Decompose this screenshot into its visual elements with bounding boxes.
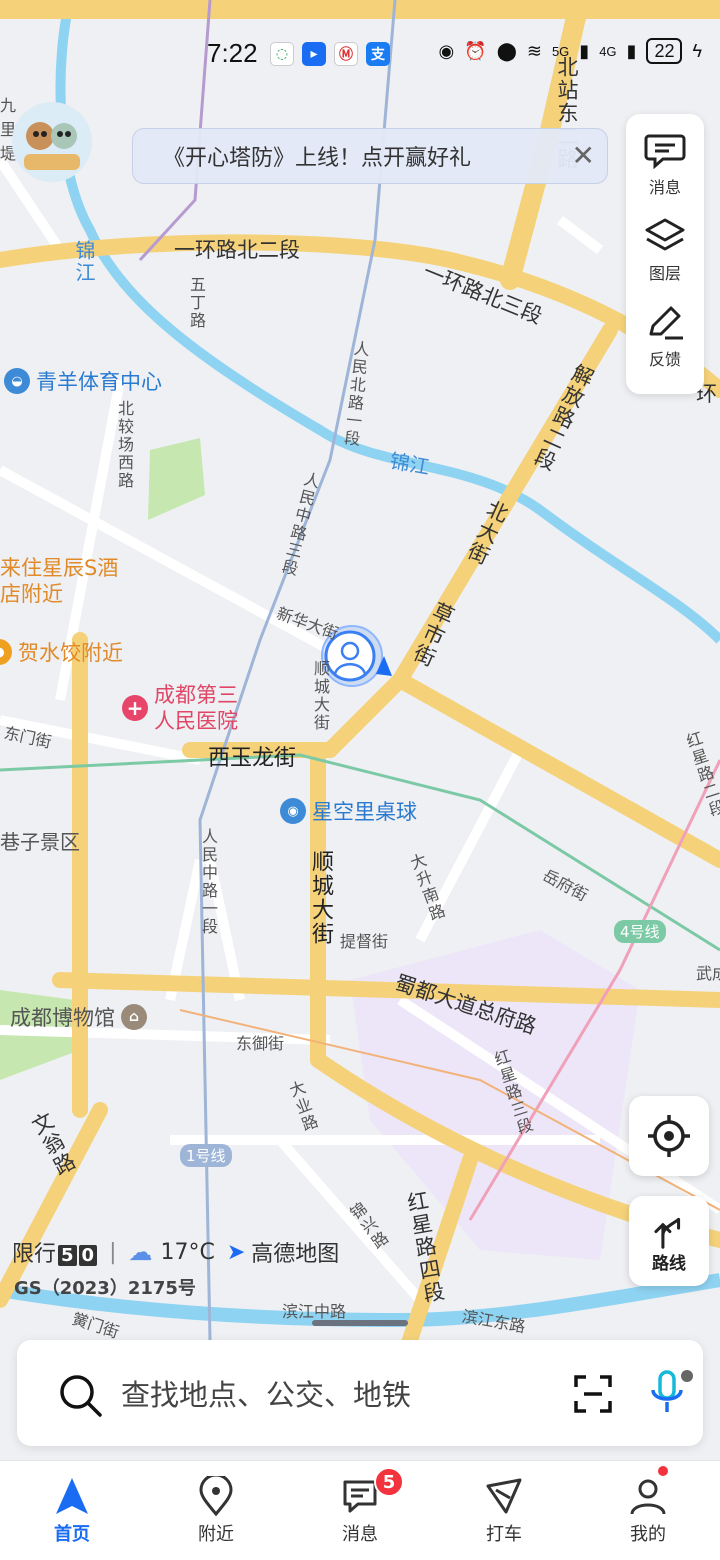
map-license: GS（2023）2175号 [14,1278,196,1299]
metro-line-badge[interactable]: 1号线 [180,1144,232,1167]
message-button[interactable]: 消息 [643,128,687,198]
notification-dot [658,1466,668,1476]
museum-icon: ⌂ [121,1004,147,1030]
road-label: 武成 [696,964,720,983]
metro-line-badge[interactable]: 4号线 [614,920,666,943]
navigation-arrow-icon [56,1477,88,1514]
road-label: 人民中路一段 [199,828,218,936]
edit-icon [649,306,683,340]
avatar-illustration [12,102,92,182]
road-label: 提督街 [340,932,389,951]
promo-banner[interactable]: 《开心塔防》上线！点开赢好礼 ✕ [132,128,608,184]
chat-app-icon: ◌ [270,42,294,66]
network-label: 5G [551,43,570,59]
alarm-icon: ⏰ [464,40,487,61]
poi-scenic[interactable]: 巷子景区 [0,826,80,855]
poi-museum[interactable]: 成都博物馆 ⌂ [10,1002,147,1032]
charging-icon: ϟ [692,40,702,61]
sheet-handle[interactable] [312,1320,408,1326]
crosshair-icon [648,1115,690,1157]
signal-icon: ▮ [626,40,637,61]
status-bar: 7:22 ◌ ▸ Ⓜ 支 ◉ ⏰ ⬤ ≋ 5G ▮ 4G ▮ 22 ϟ [0,0,720,108]
taxi-icon [486,1478,522,1513]
restriction-info[interactable]: 限行 5 0 [12,1236,98,1268]
wifi-icon: ≋ [526,40,542,61]
notification-badge: 5 [374,1467,404,1497]
search-bar[interactable]: 查找地点、公交、地铁 [17,1340,703,1446]
status-time: 7:22 [207,38,258,68]
feedback-button[interactable]: 反馈 [643,300,687,370]
route-arrow-icon [654,1217,681,1249]
map-info-row: 限行 5 0 | ☁ 17°C ➤ 高德地图 [12,1236,340,1268]
poi-billiards[interactable]: ◉ 星空里桌球 [280,796,417,826]
bottom-tab-bar: 首页 附近 消息 5 打车 我的 [0,1460,720,1560]
location-icon: ⬤ [496,40,517,61]
brand: ➤ 高德地图 [226,1239,340,1268]
road-label: 滨江中路 [282,1302,347,1321]
route-button[interactable]: 路线 [629,1196,709,1286]
road-label: 北较场西路 [115,400,134,490]
pay-app-icon: 支 [366,42,390,66]
road-label: 顺城大街 [308,850,333,946]
nav-app-icon: ▸ [302,42,326,66]
hospital-icon: + [122,695,148,721]
metro-app-icon: Ⓜ [334,42,358,66]
poi-restaurant[interactable]: ● 贺水饺附近 [0,637,123,667]
restaurant-icon: ● [0,639,12,665]
battery-indicator: 22 [646,38,683,64]
avatar[interactable] [12,102,92,182]
amap-logo-icon: ➤ [226,1239,246,1265]
road-label: 五丁路 [187,276,206,330]
layers-button[interactable]: 图层 [643,214,687,284]
map-side-panel: 消息 图层 反馈 [626,114,704,394]
network-label: 4G [599,43,617,59]
user-icon [630,1479,666,1514]
layers-icon [645,218,685,251]
poi-hotel[interactable]: 来住星辰S酒店附近 [0,555,120,607]
tab-nearby[interactable]: 附近 [144,1461,288,1560]
close-icon[interactable]: ✕ [572,139,595,172]
billiards-icon: ◉ [280,798,306,824]
mic-icon[interactable] [649,1368,693,1420]
search-placeholder: 查找地点、公交、地铁 [121,1378,412,1412]
tab-profile[interactable]: 我的 [576,1461,720,1560]
tab-home[interactable]: 首页 [0,1461,144,1560]
weather-info[interactable]: ☁ 17°C [129,1238,215,1266]
road-label: 一环路北二段 [174,238,300,262]
locate-button[interactable] [629,1096,709,1176]
scan-icon[interactable] [573,1374,613,1414]
poi-hospital[interactable]: + 成都第三人民医院 [122,682,254,734]
eye-icon: ◉ [438,40,455,61]
cloud-icon: ☁ [128,1238,153,1266]
road-label: 东御街 [236,1034,285,1053]
road-label: 顺城大街 [311,660,330,732]
tab-messages[interactable]: 消息 5 [288,1461,432,1560]
water-label: 锦江 [72,240,96,284]
stadium-icon: ◒ [4,368,30,394]
banner-text: 《开心塔防》上线！点开赢好礼 [163,146,472,171]
message-icon [644,134,686,170]
search-icon [60,1375,102,1417]
signal-icon: ▮ [579,40,590,61]
road-label: 西玉龙街 [208,746,297,771]
status-right: ◉ ⏰ ⬤ ≋ 5G ▮ 4G ▮ 22 ϟ [439,38,702,64]
tab-taxi[interactable]: 打车 [432,1461,576,1560]
poi-stadium[interactable]: ◒ 青羊体育中心 [4,366,162,396]
location-pin-icon [199,1475,233,1516]
